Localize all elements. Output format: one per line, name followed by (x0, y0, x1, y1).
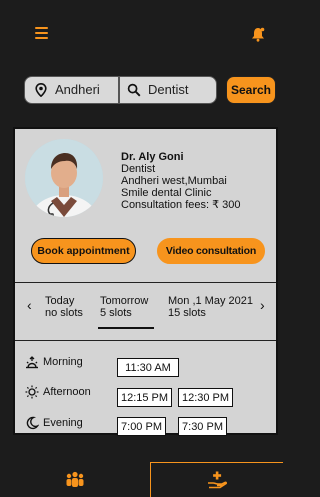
bell-icon[interactable] (251, 27, 265, 42)
morning-label: Morning (43, 356, 83, 368)
book-appointment-button[interactable]: Book appointment (31, 238, 136, 264)
location-value: Andheri (55, 82, 100, 97)
day-label: Tomorrow (100, 295, 149, 307)
moon-icon (26, 416, 39, 430)
day-slots: 5 slots (100, 307, 132, 319)
hamburger-icon[interactable] (35, 27, 48, 39)
doctor-clinic: Smile dental Clinic (121, 187, 212, 199)
day-label: Mon ,1 May 2021 (168, 295, 253, 307)
time-slot[interactable]: 11:30 AM (117, 358, 179, 377)
divider (15, 340, 276, 341)
sun-icon (25, 385, 39, 399)
morning-icon (26, 356, 38, 369)
bottom-nav (0, 462, 283, 497)
doctor-card: Dr. Aly Goni Dentist Andheri west,Mumbai… (13, 127, 278, 436)
doctor-name: Dr. Aly Goni (121, 151, 184, 163)
prev-day-arrow-icon[interactable]: ‹ (27, 297, 32, 313)
location-pin-icon (35, 83, 47, 97)
hand-plus-icon (208, 471, 227, 489)
bottom-tab-community[interactable] (0, 462, 150, 497)
doctor-location: Andheri west,Mumbai (121, 175, 227, 187)
people-group-icon (66, 471, 84, 487)
consultation-fees: Consultation fees: ₹ 300 (121, 199, 241, 211)
day-tab-tomorrow[interactable]: Tomorrow 5 slots (100, 295, 148, 319)
time-slot[interactable]: 7:00 PM (117, 417, 166, 436)
bottom-tab-care[interactable] (150, 462, 283, 497)
next-day-arrow-icon[interactable]: › (260, 297, 265, 313)
evening-label: Evening (43, 417, 83, 429)
divider (15, 282, 276, 283)
day-slots: 15 slots (168, 307, 206, 319)
search-icon (127, 83, 141, 97)
search-query-value: Dentist (148, 82, 189, 97)
time-slot[interactable]: 7:30 PM (178, 417, 227, 436)
day-slots: no slots (45, 307, 83, 319)
time-slot[interactable]: 12:30 PM (178, 388, 233, 407)
top-bar (0, 0, 283, 66)
time-slot[interactable]: 12:15 PM (117, 388, 172, 407)
search-input[interactable]: Dentist (119, 76, 217, 104)
doctor-specialty: Dentist (121, 163, 156, 175)
selected-day-indicator (98, 327, 154, 329)
location-input[interactable]: Andheri (24, 76, 119, 104)
video-consultation-button[interactable]: Video consultation (157, 238, 265, 264)
afternoon-label: Afternoon (43, 386, 91, 398)
day-tab-today[interactable]: Today no slots (45, 295, 83, 319)
day-label: Today (45, 295, 75, 307)
doctor-avatar (25, 139, 103, 217)
doctor-info: Dr. Aly Goni Dentist Andheri west,Mumbai… (121, 151, 241, 211)
search-button[interactable]: Search (226, 76, 276, 104)
day-tab-mon[interactable]: Mon ,1 May 2021 15 slots (168, 295, 253, 319)
